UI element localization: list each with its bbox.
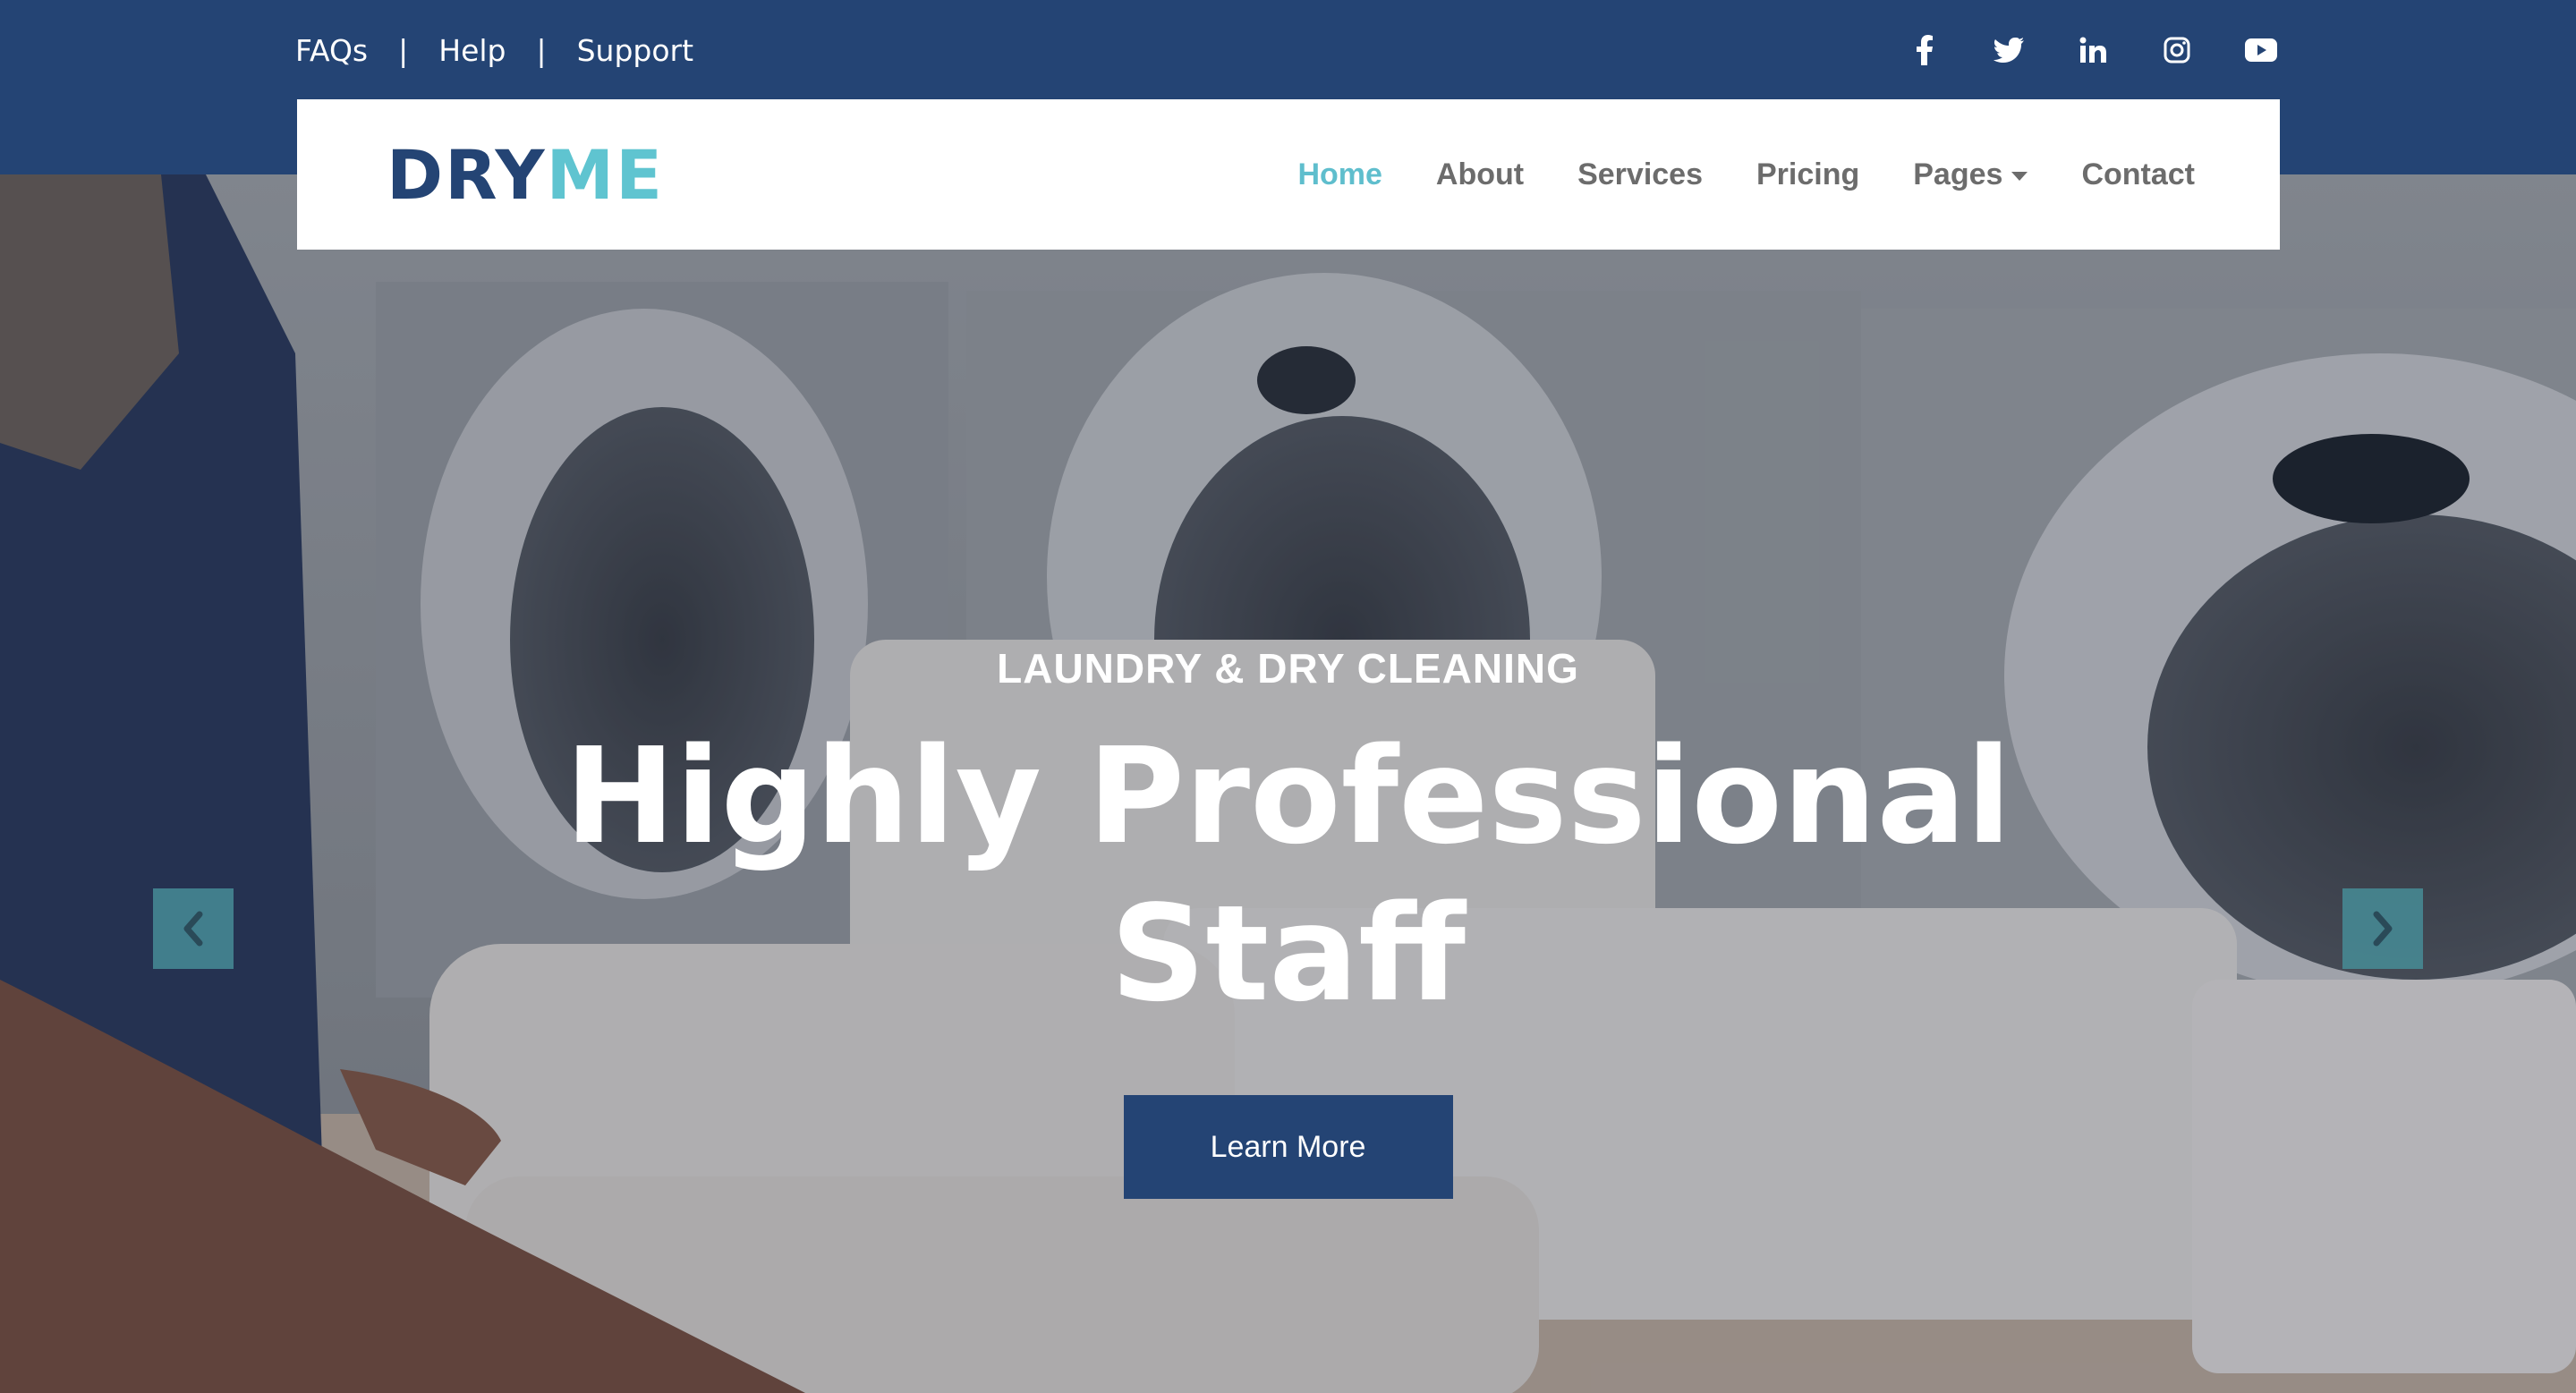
headline-line-1: Highly Professional	[564, 719, 2012, 873]
main-nav: Home About Services Pricing Pages Contac…	[1244, 157, 2195, 192]
carousel-next-button[interactable]	[2342, 888, 2423, 969]
faqs-link[interactable]: FAQs	[295, 33, 368, 68]
nav-services[interactable]: Services	[1577, 157, 1703, 192]
linkedin-icon[interactable]	[2073, 30, 2113, 70]
carousel-prev-button[interactable]	[153, 888, 234, 969]
logo[interactable]: DRYME	[387, 135, 664, 215]
hero-content: LAUNDRY & DRY CLEANING Highly Profession…	[0, 644, 2576, 1199]
logo-me: ME	[546, 134, 665, 215]
separator: |	[398, 32, 409, 68]
help-link[interactable]: Help	[438, 33, 506, 68]
social-links	[1860, 27, 2281, 73]
learn-more-button[interactable]: Learn More	[1123, 1095, 1453, 1199]
nav-about[interactable]: About	[1436, 157, 1524, 192]
headline-line-2: Staff	[1109, 877, 1467, 1031]
youtube-icon[interactable]	[2241, 30, 2281, 70]
nav-contact[interactable]: Contact	[2081, 157, 2195, 192]
logo-dry: DRY	[387, 134, 547, 215]
support-link[interactable]: Support	[577, 33, 693, 68]
chevron-left-icon	[183, 911, 203, 947]
caret-down-icon	[2011, 172, 2028, 181]
hero-eyebrow: LAUNDRY & DRY CLEANING	[997, 645, 1579, 692]
chevron-right-icon	[2373, 911, 2393, 947]
nav-pages-label: Pages	[1913, 157, 2003, 191]
twitter-icon[interactable]	[1989, 30, 2028, 70]
facebook-icon[interactable]	[1905, 30, 1944, 70]
top-links: FAQs | Help | Support	[295, 27, 693, 73]
instagram-icon[interactable]	[2157, 30, 2197, 70]
separator: |	[536, 32, 547, 68]
nav-pricing[interactable]: Pricing	[1756, 157, 1859, 192]
hero-headline: Highly Professional Staff	[0, 718, 2576, 1032]
navbar: DRYME Home About Services Pricing Pages …	[297, 99, 2280, 250]
nav-pages-dropdown[interactable]: Pages	[1913, 157, 2028, 192]
nav-home[interactable]: Home	[1297, 157, 1382, 192]
